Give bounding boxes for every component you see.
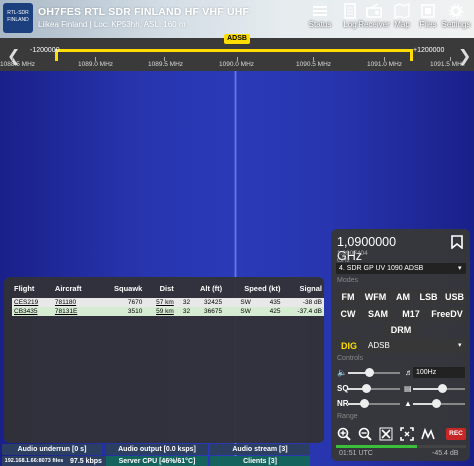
zoom-in-max-icon[interactable] bbox=[379, 427, 393, 441]
utc-clock: 01:51 UTC bbox=[339, 450, 373, 457]
zoom-out-max-icon[interactable] bbox=[400, 427, 414, 441]
col-aircraft: Aircraft bbox=[54, 284, 82, 293]
col-alt: Alt (ft) bbox=[200, 284, 223, 293]
flight-cell[interactable]: CB3435 bbox=[12, 307, 53, 316]
volume-slider[interactable] bbox=[348, 368, 400, 377]
step-select[interactable]: 100Hz bbox=[413, 367, 465, 378]
table-row[interactable]: CB3435 78131E 3510 59 km 32 36675 SW 425… bbox=[12, 307, 324, 316]
signal-meter bbox=[336, 445, 466, 448]
receiver-title: OH7FES RTL SDR FINLAND HF VHF UHF bbox=[38, 6, 250, 18]
frequency-secondary: 1.0907404 GHz bbox=[337, 250, 368, 264]
mode-cw-button[interactable]: CW bbox=[337, 307, 359, 321]
mode-freedv-button[interactable]: FreeDV bbox=[428, 307, 466, 321]
settings-button[interactable]: Settings bbox=[439, 2, 473, 36]
status-button[interactable]: Status bbox=[303, 2, 337, 36]
signal-cell: -37.4 dB bbox=[282, 307, 324, 316]
bitrate-status: 97.5 kbps bbox=[66, 456, 106, 466]
agc-slider[interactable] bbox=[413, 384, 465, 393]
nr-label: NR bbox=[337, 399, 349, 408]
dist-cell[interactable]: 59 km bbox=[144, 307, 176, 316]
chevron-down-icon: ▾ bbox=[458, 265, 462, 272]
col-speed: Speed (kt) bbox=[244, 284, 281, 293]
scale-tick-label: 1088.5 MHz bbox=[0, 61, 36, 68]
scale-tick-label: 1090.0 MHz bbox=[219, 61, 255, 68]
squawk-cell: 7670 bbox=[97, 298, 145, 307]
receiver-description: Liikea Finland | Loc: KP53hh, ASL: 160 m bbox=[38, 20, 186, 29]
alt-cell: 36675 bbox=[192, 307, 225, 316]
mode-fm-button[interactable]: FM bbox=[337, 290, 359, 304]
dir-cell: SW bbox=[224, 298, 253, 307]
audio-stream-status: Audio stream [3] bbox=[210, 444, 310, 455]
col-signal: Signal bbox=[299, 284, 322, 293]
bandwidth-right-label: +1200000 bbox=[413, 47, 445, 54]
alt-trend-cell: 32 bbox=[175, 307, 193, 316]
audio-output-status: Audio output [0.0 ksps] bbox=[106, 444, 208, 455]
mode-lsb-button[interactable]: LSB bbox=[417, 290, 440, 304]
squelch-label: SQ bbox=[337, 384, 349, 393]
volume-icon[interactable]: 🔈 bbox=[337, 368, 347, 377]
alt-cell: 32425 bbox=[192, 298, 225, 307]
alt-trend-cell: 32 bbox=[175, 298, 193, 307]
digital-mode-select[interactable]: ADSB bbox=[364, 339, 466, 353]
zoom-out-icon[interactable] bbox=[358, 427, 372, 441]
aircraft-cell[interactable]: 781180 bbox=[52, 298, 98, 307]
dist-cell[interactable]: 57 km bbox=[144, 298, 176, 307]
mode-am-button[interactable]: AM bbox=[392, 290, 414, 304]
top-bar: RTL-SDR FINLAND OH7FES RTL SDR FINLAND H… bbox=[0, 0, 474, 38]
files-icon bbox=[421, 4, 435, 18]
signal-level-readout: -45.4 dB bbox=[432, 450, 459, 457]
receiver-icon bbox=[366, 3, 382, 18]
profile-select[interactable]: 4. SDR GP UV 1090 ADSB bbox=[336, 263, 466, 274]
mode-tag[interactable]: ADSB bbox=[224, 34, 250, 44]
dir-cell: SW bbox=[224, 307, 253, 316]
tone-slider[interactable] bbox=[413, 399, 465, 408]
settings-icon bbox=[448, 3, 464, 19]
controls-section-label: Controls bbox=[337, 355, 364, 362]
flight-cell[interactable]: CES219 bbox=[12, 298, 53, 307]
aircraft-cell[interactable]: 78131E bbox=[52, 307, 98, 316]
status-icon bbox=[313, 6, 327, 16]
adsb-flight-panel: Flight Aircraft Squawk Dist Alt (ft) Spe… bbox=[4, 277, 324, 443]
map-icon bbox=[394, 3, 410, 19]
scale-tick-label: 1089.5 MHz bbox=[148, 61, 184, 68]
flight-table: Flight Aircraft Squawk Dist Alt (ft) Spe… bbox=[12, 283, 324, 316]
signal-cell: -38 dB bbox=[282, 298, 324, 307]
mode-wfm-button[interactable]: WFM bbox=[362, 290, 389, 304]
speed-cell: 435 bbox=[252, 298, 283, 307]
mode-sam-button[interactable]: SAM bbox=[362, 307, 394, 321]
speed-cell: 425 bbox=[252, 307, 283, 316]
mode-dig-button[interactable]: DIG bbox=[337, 339, 361, 353]
clients-status[interactable]: Clients [3] bbox=[210, 456, 310, 466]
modes-section-label: Modes bbox=[337, 277, 359, 284]
mode-drm-button[interactable]: DRM bbox=[384, 323, 418, 337]
site-logo[interactable]: RTL-SDR FINLAND bbox=[3, 3, 33, 33]
col-flight: Flight bbox=[14, 284, 35, 293]
record-button[interactable]: REC bbox=[446, 428, 466, 440]
mode-m17-button[interactable]: M17 bbox=[397, 307, 425, 321]
squelch-slider[interactable] bbox=[348, 384, 400, 393]
chevron-down-icon: ▾ bbox=[458, 342, 462, 349]
zoom-in-icon[interactable] bbox=[337, 427, 351, 441]
table-row[interactable]: CES219 781180 7670 57 km 32 32425 SW 435… bbox=[12, 298, 324, 307]
agc-icon[interactable]: ▤ bbox=[404, 384, 412, 393]
range-section-label: Range bbox=[337, 413, 358, 420]
network-status: 192.168.1.66:8073 files bbox=[2, 456, 66, 466]
scale-tick-label: 1089.0 MHz bbox=[78, 61, 114, 68]
mode-usb-button[interactable]: USB bbox=[443, 290, 466, 304]
audio-icon[interactable]: ♬ bbox=[405, 368, 413, 377]
squawk-cell: 3510 bbox=[97, 307, 145, 316]
col-squawk: Squawk bbox=[113, 284, 143, 293]
bandwidth-left-label: -1200000 bbox=[30, 47, 60, 54]
tone-icon[interactable]: ▲ bbox=[404, 399, 412, 408]
noise-reduction-slider[interactable] bbox=[348, 399, 400, 408]
scale-tick-label: 1091.5 MHz bbox=[430, 61, 466, 68]
scale-tick-label: 1091.0 MHz bbox=[367, 61, 403, 68]
col-dist: Dist bbox=[159, 284, 174, 293]
bookmark-icon[interactable] bbox=[451, 235, 463, 249]
server-cpu-status: Server CPU [46%/61°C] bbox=[106, 456, 208, 466]
audio-underrun-status: Audio underrun [0 s] bbox=[2, 444, 102, 455]
scale-tick-label: 1090.5 MHz bbox=[296, 61, 332, 68]
bandwidth-bar[interactable] bbox=[55, 49, 413, 52]
autoscale-icon[interactable] bbox=[421, 427, 435, 441]
